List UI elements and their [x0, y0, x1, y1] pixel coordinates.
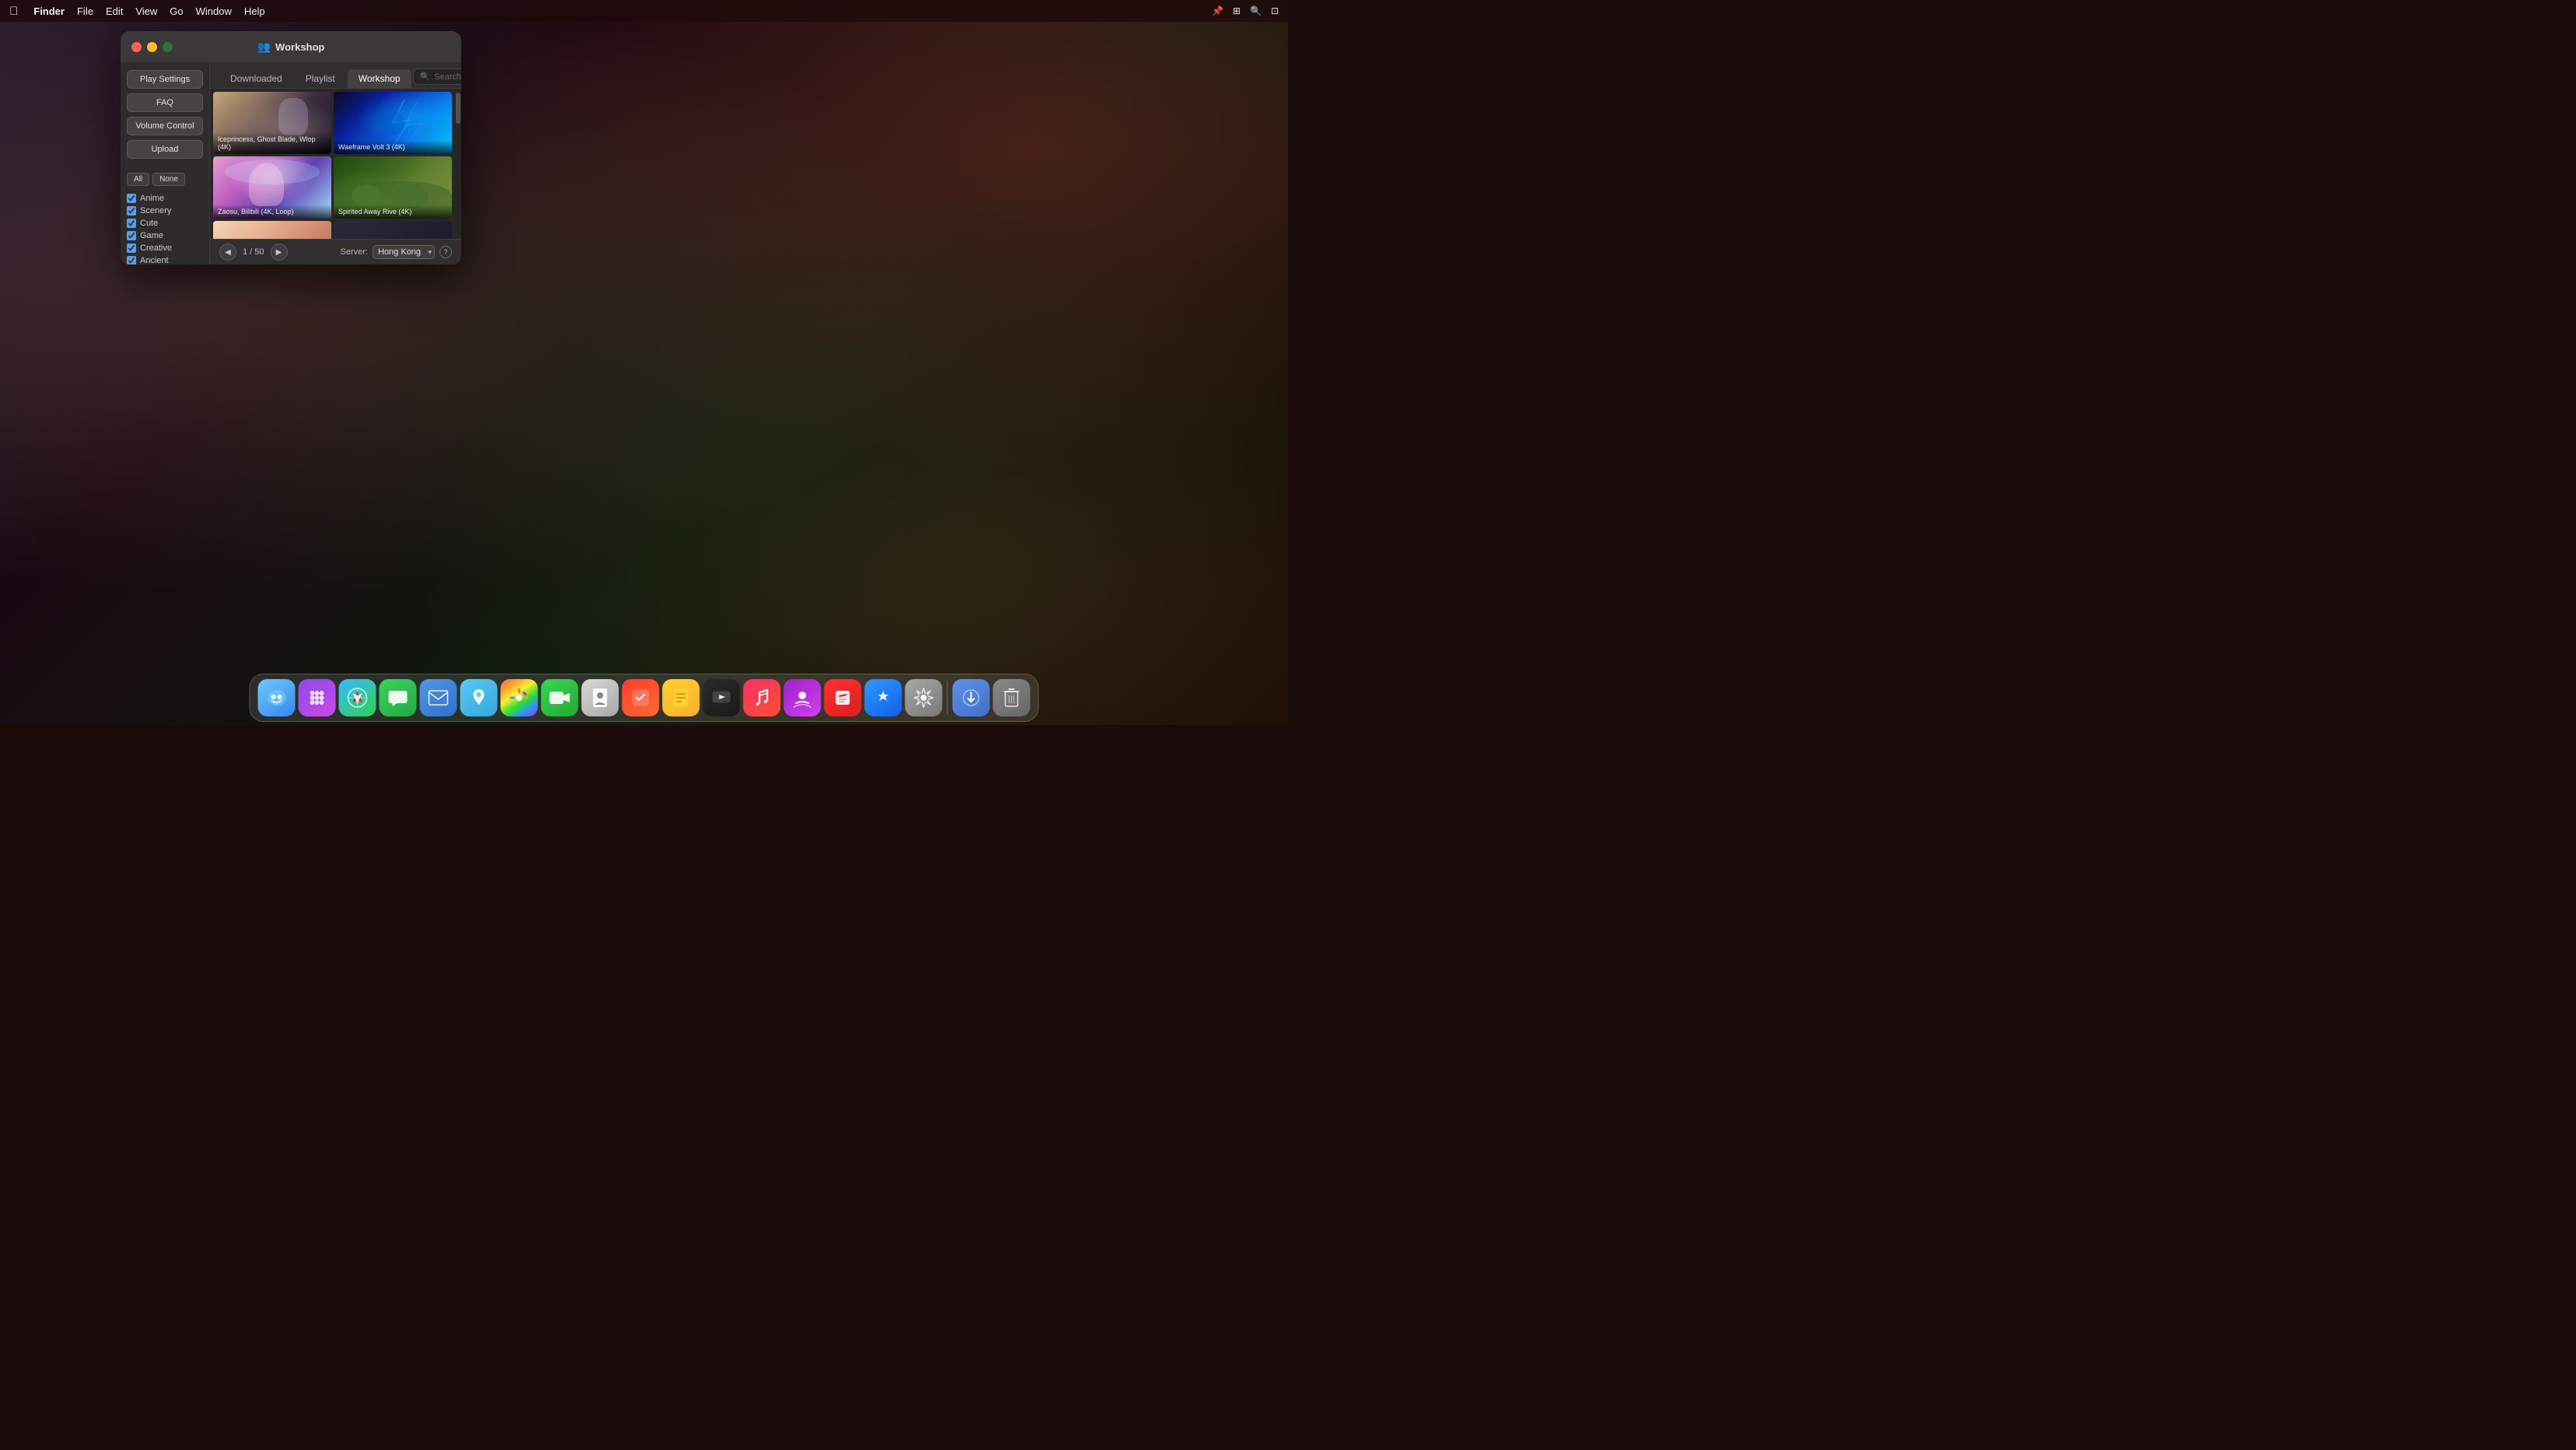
dock-safari[interactable]: [339, 679, 376, 716]
wallpaper-card-4[interactable]: Spirited Away Rive (4K): [334, 156, 452, 219]
filter-game[interactable]: Game: [127, 231, 203, 240]
filter-cute[interactable]: Cute: [127, 219, 203, 228]
dock-photos[interactable]: [501, 679, 538, 716]
search-box: 🔍: [413, 68, 461, 85]
dock-appstore[interactable]: [865, 679, 902, 716]
dock-messages[interactable]: [380, 679, 417, 716]
window-title: 👥 Workshop: [257, 40, 325, 54]
card-label-4: Spirited Away Rive (4K): [334, 205, 452, 219]
bottom-bar: ◀ 1 / 50 ▶ Server: Hong Kong US West US …: [210, 239, 461, 264]
dock-news[interactable]: [824, 679, 862, 716]
filter-buttons: All None: [127, 173, 203, 186]
filter-creative[interactable]: Creative: [127, 243, 203, 253]
menubar-go[interactable]: Go: [170, 5, 183, 17]
filter-anime[interactable]: Anime: [127, 194, 203, 203]
wallpaper-card-1[interactable]: Iceprincess, Ghost Blade, Wlop (4K): [213, 92, 331, 154]
tab-playlist[interactable]: Playlist: [295, 69, 346, 88]
dock-mail[interactable]: [420, 679, 457, 716]
menubar-search-icon[interactable]: 🔍: [1250, 5, 1262, 16]
page-indicator: 1 / 50: [243, 247, 264, 257]
menubar-view[interactable]: View: [135, 5, 157, 17]
dock-settings[interactable]: [905, 679, 943, 716]
dock-contacts[interactable]: [582, 679, 619, 716]
dock-launchpad[interactable]: [299, 679, 336, 716]
dock-facetime[interactable]: [541, 679, 579, 716]
wallpaper-card-5[interactable]: [213, 221, 331, 239]
help-button[interactable]: ?: [439, 246, 452, 258]
menubar-file[interactable]: File: [77, 5, 93, 17]
sidebar: Play Settings FAQ Volume Control Upload …: [121, 62, 210, 264]
dock-music[interactable]: [744, 679, 781, 716]
menubar-left:  Finder File Edit View Go Window Help: [9, 5, 265, 18]
server-select[interactable]: Hong Kong US West US East Europe Japan: [373, 245, 435, 259]
menubar-control-icon[interactable]: ⊡: [1271, 5, 1279, 16]
dock-podcasts[interactable]: [784, 679, 821, 716]
dock-appletv[interactable]: [703, 679, 740, 716]
app-window: 👥 Workshop Play Settings FAQ Volume Cont…: [121, 31, 461, 264]
dock-finder[interactable]: [258, 679, 296, 716]
filter-ancient[interactable]: Ancient: [127, 256, 203, 264]
server-label: Server:: [341, 247, 368, 257]
wallpaper-card-2[interactable]: Waeframe Volt 3 (4K): [334, 92, 452, 154]
menubar-right: 📌 ⊞ 🔍 ⊡: [1212, 5, 1279, 16]
dock-notes[interactable]: [663, 679, 700, 716]
wallpaper-card-3[interactable]: Zaosu, Bilibili (4K, Loop): [213, 156, 331, 219]
faq-button[interactable]: FAQ: [127, 93, 203, 112]
traffic-lights: [131, 42, 173, 52]
titlebar: 👥 Workshop: [121, 31, 461, 62]
dock-maps[interactable]: [460, 679, 498, 716]
tab-downloaded[interactable]: Downloaded: [219, 69, 293, 88]
menubar-pin-icon: 📌: [1212, 5, 1223, 16]
dock-reminders[interactable]: [622, 679, 660, 716]
filter-scenery[interactable]: Scenery: [127, 206, 203, 215]
all-filter-button[interactable]: All: [127, 173, 149, 186]
minimize-button[interactable]: [147, 42, 157, 52]
scrollbar-thumb[interactable]: [456, 93, 460, 124]
app-icon: 👥: [257, 40, 271, 54]
server-dropdown-wrap: Hong Kong US West US East Europe Japan: [373, 245, 435, 259]
search-input[interactable]: [434, 72, 461, 82]
maximize-button[interactable]: [163, 42, 173, 52]
none-filter-button[interactable]: None: [152, 173, 185, 186]
search-icon: 🔍: [420, 72, 431, 82]
dock-trash[interactable]: [993, 679, 1031, 716]
window-body: Play Settings FAQ Volume Control Upload …: [121, 62, 461, 264]
menubar:  Finder File Edit View Go Window Help 📌…: [0, 0, 1288, 22]
menubar-finder[interactable]: Finder: [33, 5, 65, 17]
menubar-help[interactable]: Help: [244, 5, 265, 17]
scrollbar-track[interactable]: [455, 89, 461, 239]
menubar-edit[interactable]: Edit: [106, 5, 123, 17]
tabs-bar: Downloaded Playlist Workshop 🔍: [210, 62, 461, 89]
next-page-button[interactable]: ▶: [271, 243, 288, 261]
prev-page-button[interactable]: ◀: [219, 243, 236, 261]
dock-separator: [947, 681, 948, 715]
server-section: Server: Hong Kong US West US East Europe…: [341, 245, 452, 259]
card-label-2: Waeframe Volt 3 (4K): [334, 140, 452, 154]
close-button[interactable]: [131, 42, 142, 52]
apple-menu-icon[interactable]: : [9, 5, 18, 18]
main-panel: Downloaded Playlist Workshop 🔍 Iceprince…: [210, 62, 461, 264]
wallpaper-grid: Iceprincess, Ghost Blade, Wlop (4K) Waef…: [210, 89, 455, 239]
wallpaper-card-6[interactable]: [334, 221, 452, 239]
card-label-1: Iceprincess, Ghost Blade, Wlop (4K): [213, 132, 331, 154]
dock-downloads[interactable]: [953, 679, 990, 716]
dock: [250, 674, 1039, 722]
card-label-3: Zaosu, Bilibili (4K, Loop): [213, 205, 331, 219]
tab-workshop[interactable]: Workshop: [348, 69, 411, 88]
menubar-window[interactable]: Window: [196, 5, 232, 17]
play-settings-button[interactable]: Play Settings: [127, 70, 203, 89]
menubar-display-icon[interactable]: ⊞: [1233, 5, 1241, 16]
filter-group: Anime Scenery Cute Game Creative Ancient: [127, 194, 203, 264]
volume-control-button[interactable]: Volume Control: [127, 117, 203, 135]
upload-button[interactable]: Upload: [127, 140, 203, 159]
